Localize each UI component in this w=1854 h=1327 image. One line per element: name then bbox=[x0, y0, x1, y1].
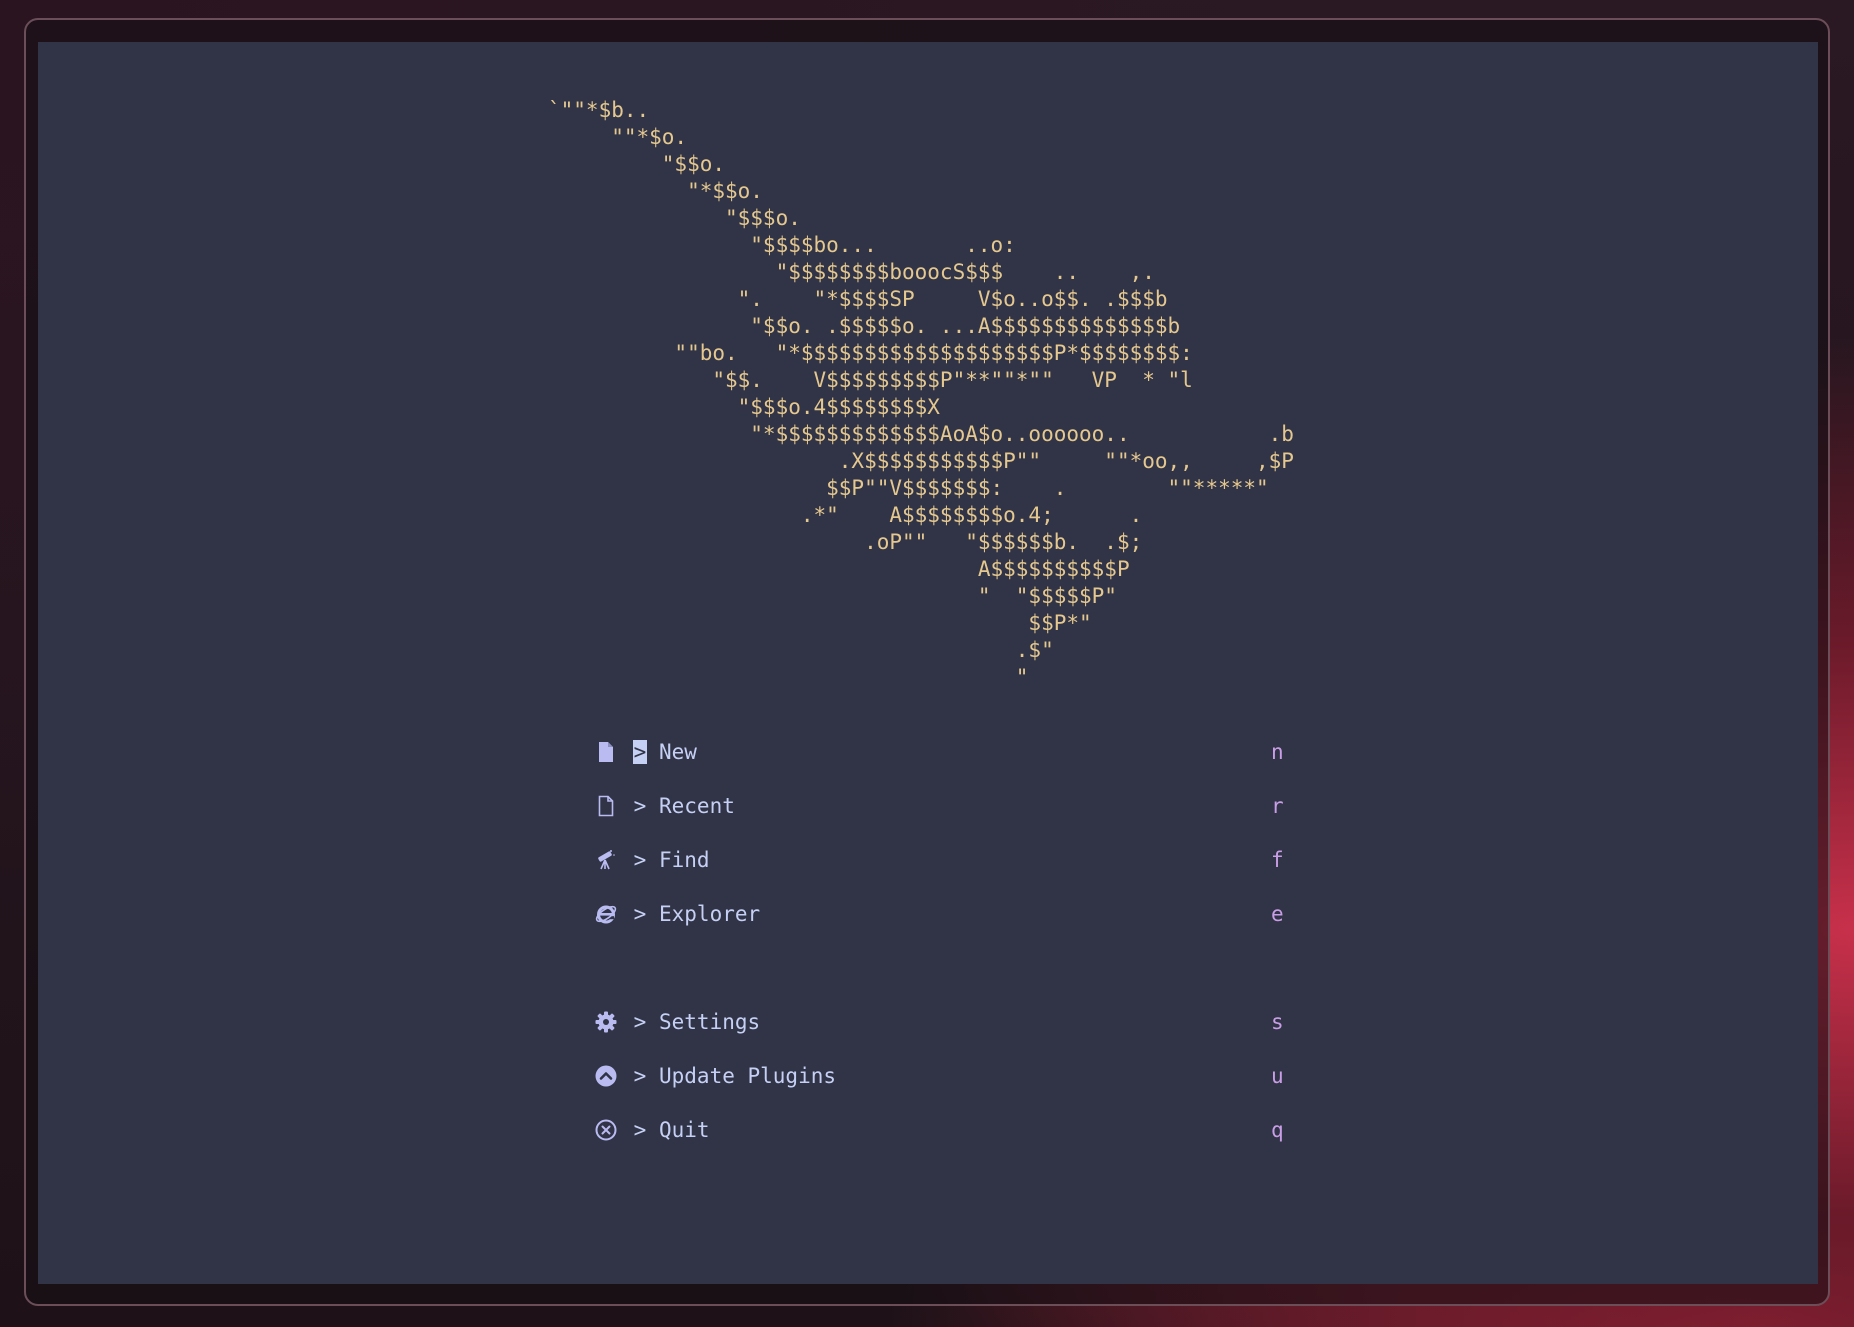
gear-icon bbox=[593, 1009, 619, 1035]
menu-item-shortcut: r bbox=[1271, 794, 1284, 818]
menu-item-find[interactable]: > Find f bbox=[593, 840, 1293, 880]
arrow-up-circle-icon bbox=[593, 1063, 619, 1089]
menu-item-label: Recent bbox=[659, 794, 735, 818]
menu-item-new[interactable]: > New n bbox=[593, 732, 1293, 772]
menu-item-label: Find bbox=[659, 848, 710, 872]
menu-item-label: New bbox=[659, 740, 697, 764]
internet-explorer-icon bbox=[593, 901, 619, 927]
file-outline-icon bbox=[593, 793, 619, 819]
terminal-content: `""*$b.. ""*$o. "$$o. "*$$o. "$$$o. "$$$… bbox=[38, 42, 1818, 1284]
menu-item-explorer[interactable]: > Explorer e bbox=[593, 894, 1293, 934]
menu-item-shortcut: f bbox=[1271, 848, 1284, 872]
menu-arrow: > bbox=[633, 1118, 647, 1142]
cursor-marker: > bbox=[633, 740, 647, 764]
file-filled-icon bbox=[593, 739, 619, 765]
ascii-art-logo: `""*$b.. ""*$o. "$$o. "*$$o. "$$$o. "$$$… bbox=[548, 98, 1294, 689]
menu-arrow: > bbox=[633, 1010, 647, 1034]
menu-item-label: Settings bbox=[659, 1010, 761, 1034]
menu-item-label: Explorer bbox=[659, 902, 761, 926]
menu-item-recent[interactable]: > Recent r bbox=[593, 786, 1293, 826]
menu-item-shortcut: s bbox=[1271, 1010, 1284, 1034]
telescope-icon bbox=[593, 847, 619, 873]
menu-arrow: > bbox=[633, 1064, 647, 1088]
close-circle-icon bbox=[593, 1117, 619, 1143]
menu-item-label: Quit bbox=[659, 1118, 710, 1142]
menu-item-shortcut: n bbox=[1271, 740, 1284, 764]
menu-item-settings[interactable]: > Settings s bbox=[593, 1002, 1293, 1042]
menu-item-update-plugins[interactable]: > Update Plugins u bbox=[593, 1056, 1293, 1096]
menu-item-shortcut: q bbox=[1271, 1118, 1284, 1142]
menu-item-quit[interactable]: > Quit q bbox=[593, 1110, 1293, 1150]
menu-arrow: > bbox=[633, 794, 647, 818]
menu-arrow: > bbox=[633, 902, 647, 926]
menu-item-shortcut: u bbox=[1271, 1064, 1284, 1088]
menu-item-shortcut: e bbox=[1271, 902, 1284, 926]
menu-arrow: > bbox=[633, 848, 647, 872]
menu-item-label: Update Plugins bbox=[659, 1064, 837, 1088]
